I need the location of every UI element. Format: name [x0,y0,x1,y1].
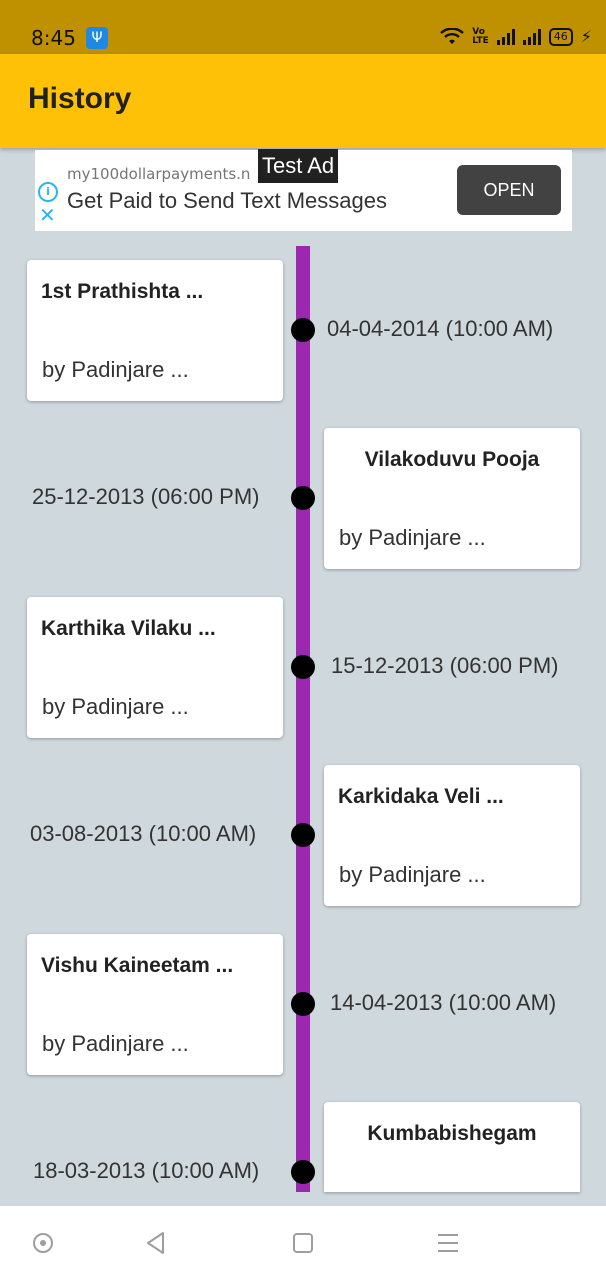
menu-icon[interactable] [435,1230,461,1256]
timeline-dot [291,992,315,1016]
card-title: Kumbabishegam [367,1122,537,1145]
timeline-date: 03-08-2013 (10:00 AM) [30,821,257,846]
timeline-dot [291,655,315,679]
close-icon[interactable]: ✕ [39,205,56,225]
timeline-date: 15-12-2013 (06:00 PM) [331,653,559,678]
app-bar: History [0,54,606,148]
status-bar: 8:45 Ψ Vo LTE 46 ⚡ [0,0,606,54]
timeline-card[interactable]: Karkidaka Veli ... by Padinjare ... [324,765,580,906]
timeline-line [296,246,310,1192]
timeline-dot [291,486,315,510]
timeline-date: 04-04-2014 (10:00 AM) [327,316,554,341]
timeline-card[interactable]: Vishu Kaineetam ... by Padinjare ... [27,934,283,1075]
signal-icon-2 [522,29,541,45]
ad-url: my100dollarpayments.n [67,165,251,183]
timeline-dot [291,823,315,847]
card-subtitle: by Padinjare ... [339,525,486,550]
signal-icon-1 [496,29,515,45]
timeline-date: 18-03-2013 (10:00 AM) [33,1158,260,1183]
timeline-card[interactable]: Vilakoduvu Pooja by Padinjare ... [324,428,580,569]
page-title: History [28,82,132,115]
battery-icon: 46 [548,28,573,46]
usb-icon: Ψ [86,27,108,49]
card-title: Vilakoduvu Pooja [364,448,540,471]
volte-icon: Vo LTE [472,27,489,46]
circle-icon[interactable] [30,1230,56,1256]
card-subtitle: by Padinjare ... [42,694,189,719]
ad-headline[interactable]: Get Paid to Send Text Messages [67,188,387,214]
card-subtitle: by Padinjare ... [42,357,189,382]
status-time: 8:45 [31,26,76,50]
card-title: Karthika Vilaku ... [41,617,216,640]
wifi-icon [440,28,465,44]
timeline-card[interactable]: Kumbabishegam [324,1102,580,1192]
timeline-date: 14-04-2013 (10:00 AM) [330,990,557,1015]
test-ad-label: Test Ad [258,149,339,183]
timeline-date: 25-12-2013 (06:00 PM) [32,484,260,509]
timeline-card[interactable]: Karthika Vilaku ... by Padinjare ... [27,597,283,738]
timeline-card[interactable]: 1st Prathishta ... by Padinjare ... [27,260,283,401]
card-subtitle: by Padinjare ... [42,1031,189,1056]
info-icon[interactable]: i [38,182,58,202]
ad-open-button[interactable]: OPEN [457,165,561,215]
card-title: Karkidaka Veli ... [338,785,504,808]
home-square-icon[interactable] [290,1230,316,1256]
card-title: Vishu Kaineetam ... [41,954,234,977]
system-nav-bar [0,1206,606,1280]
timeline-dot [291,1160,315,1184]
charging-icon: ⚡ [580,27,592,46]
status-icons: Vo LTE 46 ⚡ [440,26,592,48]
timeline-dot [291,318,315,342]
back-icon[interactable] [143,1230,169,1256]
card-title: 1st Prathishta ... [41,280,204,303]
card-subtitle: by Padinjare ... [339,862,486,887]
